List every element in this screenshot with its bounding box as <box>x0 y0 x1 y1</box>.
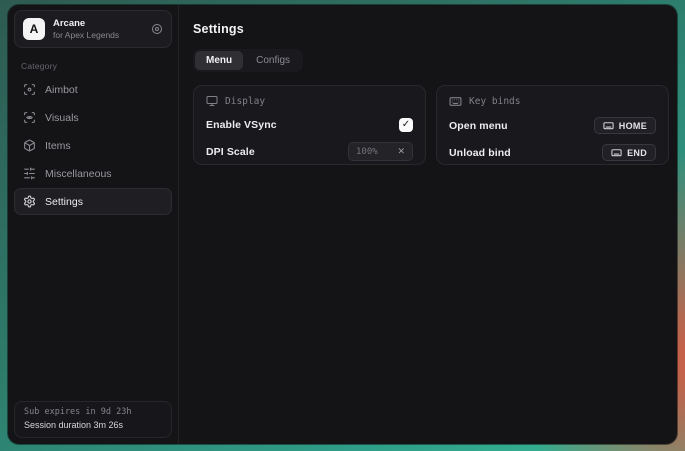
category-label: Category <box>21 61 172 71</box>
sidebar-item-items[interactable]: Items <box>14 132 172 159</box>
session-duration-text: Session duration 3m 26s <box>24 419 162 433</box>
subscription-info-card: Sub expires in 9d 23h Session duration 3… <box>14 401 172 438</box>
keyboard-icon <box>603 120 614 131</box>
vsync-row: Enable VSync ✓ <box>206 115 413 134</box>
unload-bind-label: Unload bind <box>449 147 511 159</box>
page-title: Settings <box>193 22 669 36</box>
keyboard-icon <box>611 147 622 158</box>
check-icon: ✓ <box>402 119 410 130</box>
scan-eye-icon <box>23 111 36 124</box>
app-header-card: A Arcane for Apex Legends <box>14 10 172 48</box>
tab-menu[interactable]: Menu <box>195 51 243 70</box>
app-subtitle: for Apex Legends <box>53 30 143 41</box>
unload-keybind-button[interactable]: END <box>602 144 656 161</box>
sidebar-item-label: Aimbot <box>45 84 78 96</box>
keybinds-card-header: Key binds <box>449 95 656 108</box>
sidebar-item-miscellaneous[interactable]: Miscellaneous <box>14 160 172 187</box>
monitor-icon <box>206 95 218 107</box>
gear-icon <box>23 195 36 208</box>
settings-cards: Display Enable VSync ✓ DPI Scale 100% ✕ <box>193 85 669 165</box>
tab-configs[interactable]: Configs <box>245 51 301 70</box>
display-card-title: Display <box>225 96 265 107</box>
vsync-label: Enable VSync <box>206 119 277 131</box>
target-icon[interactable] <box>151 23 163 35</box>
keybinds-card: Key binds Open menu HOME Unload bind <box>436 85 669 165</box>
dpi-scale-value: 100% <box>356 147 378 157</box>
sidebar: A Arcane for Apex Legends Category <box>8 5 179 444</box>
clear-icon[interactable]: ✕ <box>397 146 405 157</box>
display-card-header: Display <box>206 95 413 107</box>
sidebar-item-settings[interactable]: Settings <box>14 188 172 215</box>
tab-bar: Menu Configs <box>193 49 303 72</box>
sidebar-item-aimbot[interactable]: Aimbot <box>14 76 172 103</box>
app-meta: Arcane for Apex Legends <box>53 18 143 41</box>
sliders-icon <box>23 167 36 180</box>
app-logo-letter: A <box>30 22 39 36</box>
sidebar-item-visuals[interactable]: Visuals <box>14 104 172 131</box>
app-logo: A <box>23 18 45 40</box>
sidebar-item-label: Settings <box>45 196 83 208</box>
scan-crosshair-icon <box>23 83 36 96</box>
dpi-scale-label: DPI Scale <box>206 146 255 158</box>
sidebar-item-label: Items <box>45 140 71 152</box>
open-menu-label: Open menu <box>449 120 508 132</box>
sidebar-item-label: Miscellaneous <box>45 168 112 180</box>
sub-expires-text: Sub expires in 9d 23h <box>24 406 162 419</box>
app-window: A Arcane for Apex Legends Category <box>8 5 677 444</box>
app-name: Arcane <box>53 18 143 30</box>
open-menu-keybind-button[interactable]: HOME <box>594 117 656 134</box>
unload-keybind-value: END <box>627 148 647 158</box>
main-content: Settings Menu Configs Display E <box>179 5 677 444</box>
dpi-scale-row: DPI Scale 100% ✕ <box>206 142 413 161</box>
category-nav: Aimbot Visuals <box>14 76 172 215</box>
open-menu-row: Open menu HOME <box>449 116 656 135</box>
unload-bind-row: Unload bind END <box>449 143 656 162</box>
open-menu-keybind-value: HOME <box>619 121 647 131</box>
display-card: Display Enable VSync ✓ DPI Scale 100% ✕ <box>193 85 426 165</box>
keybinds-card-title: Key binds <box>469 96 520 107</box>
sidebar-item-label: Visuals <box>45 112 79 124</box>
dpi-scale-input[interactable]: 100% ✕ <box>348 142 413 161</box>
keyboard-icon <box>449 95 462 108</box>
package-icon <box>23 139 36 152</box>
vsync-checkbox[interactable]: ✓ <box>399 118 413 132</box>
